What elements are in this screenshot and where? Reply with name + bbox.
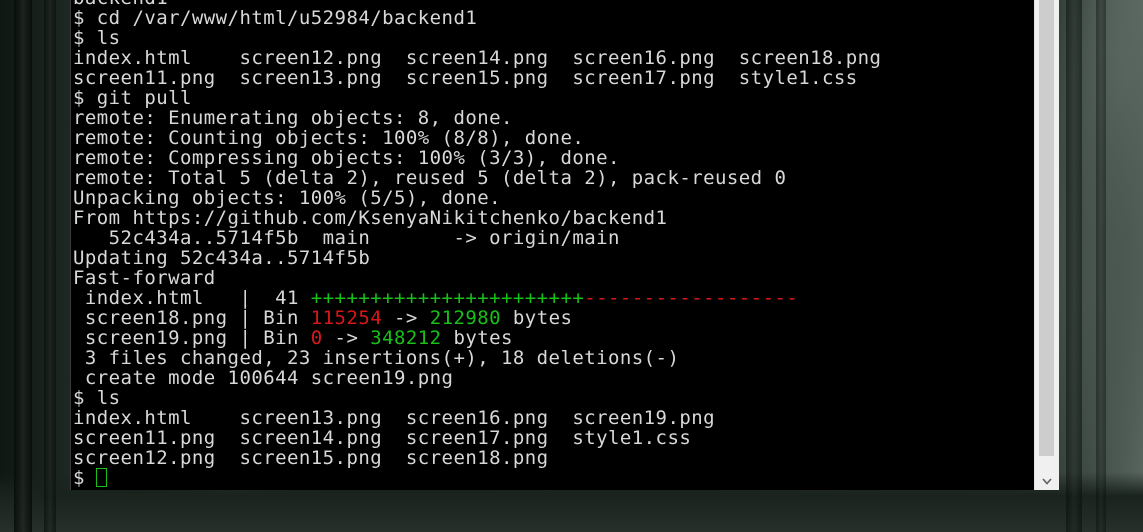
terminal-text-segment: bytes — [441, 327, 513, 349]
terminal-text-segment: remote: Total 5 (delta 2), reused 5 (del… — [73, 167, 787, 189]
terminal-line: create mode 100644 screen19.png — [73, 368, 1035, 388]
terminal-text-segment: remote: Compressing objects: 100% (3/3),… — [73, 147, 620, 169]
terminal-scrollbar[interactable] — [1034, 0, 1059, 490]
terminal-line: screen11.png screen13.png screen15.png s… — [73, 68, 1035, 88]
terminal-text-segment: Unpacking objects: 100% (5/5), done. — [73, 187, 502, 209]
terminal-window[interactable]: backend1$ cd /var/www/html/u52984/backen… — [70, 0, 1035, 490]
prompt-symbol: $ — [73, 467, 85, 489]
terminal-text-segment: Fast-forward — [73, 267, 216, 289]
terminal-text-segment: $ ls — [73, 27, 121, 49]
terminal-text-segment: -> — [322, 327, 371, 349]
terminal-line: Fast-forward — [73, 268, 1035, 288]
terminal-line: $ cd /var/www/html/u52984/backend1 — [73, 8, 1035, 28]
terminal-text-segment: screen11.png screen14.png screen17.png s… — [73, 427, 692, 449]
terminal-line: index.html screen13.png screen16.png scr… — [73, 408, 1035, 428]
terminal-cursor — [95, 468, 107, 487]
wallpaper-tree-trunk — [1096, 0, 1106, 532]
terminal-text-segment: screen18.png | Bin — [73, 307, 311, 329]
terminal-line: screen11.png screen14.png screen17.png s… — [73, 428, 1035, 448]
terminal-line: Updating 52c434a..5714f5b — [73, 248, 1035, 268]
terminal-text-segment: remote: Enumerating objects: 8, done. — [73, 107, 513, 129]
terminal-line: $ ls — [73, 28, 1035, 48]
terminal-text-segment: remote: Counting objects: 100% (8/8), do… — [73, 127, 585, 149]
scrollbar-thumb[interactable] — [1039, 0, 1054, 456]
wallpaper-tree-trunk — [14, 0, 32, 532]
terminal-text-segment: 348212 — [370, 327, 442, 349]
terminal-text-segment: 212980 — [429, 307, 502, 329]
terminal-text-segment: index.html screen12.png screen14.png scr… — [73, 47, 882, 69]
wallpaper-tree-trunk — [1066, 0, 1082, 532]
terminal-text-segment: screen19.png | Bin — [73, 327, 311, 349]
terminal-line: $ ls — [73, 388, 1035, 408]
terminal-line: $ git pull — [73, 88, 1035, 108]
terminal-text-segment: screen12.png screen15.png screen18.png — [73, 447, 549, 469]
terminal-line: remote: Enumerating objects: 8, done. — [73, 108, 1035, 128]
terminal-line: From https://github.com/KsenyaNikitchenk… — [73, 208, 1035, 228]
terminal-text-segment: +++++++++++++++++++++++ — [310, 287, 585, 309]
terminal-line: remote: Total 5 (delta 2), reused 5 (del… — [73, 168, 1035, 188]
terminal-text-segment: 3 files changed, 23 insertions(+), 18 de… — [73, 347, 680, 369]
terminal-text-segment: $ git pull — [73, 87, 192, 109]
terminal-text-segment: 52c434a..5714f5b main -> origin/main — [73, 227, 620, 249]
terminal-output: backend1$ cd /var/www/html/u52984/backen… — [73, 0, 1035, 490]
terminal-line: screen18.png | Bin 115254 -> 212980 byte… — [73, 308, 1035, 328]
terminal-line: remote: Compressing objects: 100% (3/3),… — [73, 148, 1035, 168]
terminal-text-segment: From https://github.com/KsenyaNikitchenk… — [73, 207, 668, 229]
terminal-text-segment: create mode 100644 screen19.png — [73, 367, 454, 389]
terminal-line: index.html | 41 +++++++++++++++++++++++-… — [73, 288, 1035, 308]
terminal-text-segment: index.html screen13.png screen16.png scr… — [73, 407, 716, 429]
terminal-text-segment: -> — [382, 307, 430, 329]
terminal-line: screen19.png | Bin 0 -> 348212 bytes — [73, 328, 1035, 348]
terminal-line: index.html screen12.png screen14.png scr… — [73, 48, 1035, 68]
scroll-down-button[interactable] — [1035, 468, 1059, 490]
chevron-down-icon — [1042, 470, 1052, 489]
terminal-text-segment: screen11.png screen13.png screen15.png s… — [73, 67, 858, 89]
terminal-line: remote: Counting objects: 100% (8/8), do… — [73, 128, 1035, 148]
terminal-text-segment: $ ls — [73, 387, 121, 409]
terminal-prompt-line[interactable]: $ — [73, 468, 1035, 488]
terminal-text-segment: bytes — [501, 307, 573, 329]
terminal-text-segment: ------------------ — [584, 287, 799, 309]
terminal-line: 3 files changed, 23 insertions(+), 18 de… — [73, 348, 1035, 368]
wallpaper-tree-trunk — [44, 0, 56, 532]
terminal-text-segment: index.html | 41 — [73, 287, 311, 309]
terminal-line: 52c434a..5714f5b main -> origin/main — [73, 228, 1035, 248]
terminal-text-segment: $ cd /var/www/html/u52984/backend1 — [73, 7, 478, 29]
terminal-line: screen12.png screen15.png screen18.png — [73, 448, 1035, 468]
terminal-text-segment: 0 — [310, 327, 323, 349]
terminal-text-segment: 115254 — [310, 307, 383, 329]
terminal-text-segment: Updating 52c434a..5714f5b — [73, 247, 371, 269]
terminal-line: Unpacking objects: 100% (5/5), done. — [73, 188, 1035, 208]
